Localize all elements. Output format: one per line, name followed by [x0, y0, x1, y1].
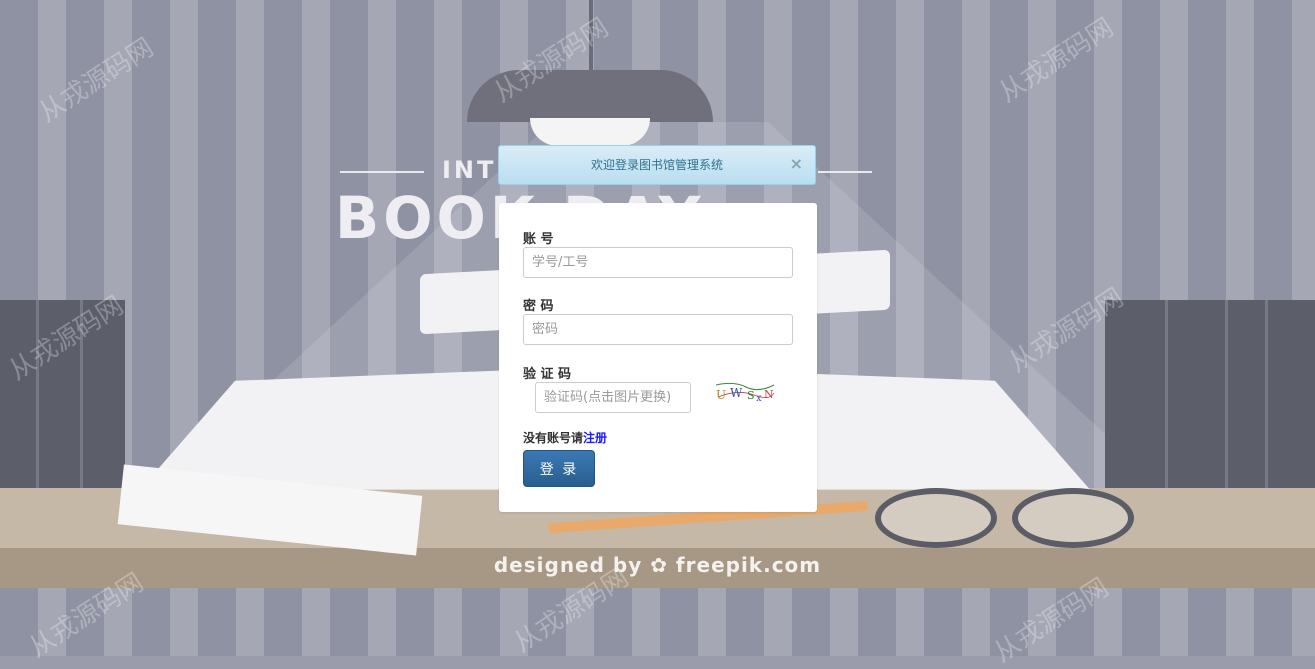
poster-divider — [340, 171, 424, 173]
book-spine — [36, 300, 39, 498]
captcha-label: 验 证 码 — [523, 367, 572, 382]
account-label: 账 号 — [523, 232, 554, 247]
glasses-lens-right — [1012, 488, 1134, 548]
register-prompt-text: 没有账号请 — [523, 431, 584, 445]
password-label: 密 码 — [523, 299, 554, 314]
poster-divider — [818, 171, 872, 173]
login-button[interactable]: 登 录 — [523, 450, 595, 487]
book-spine — [1265, 300, 1268, 498]
register-prompt: 没有账号请注册 — [523, 429, 607, 446]
bookshelf-right — [1105, 300, 1315, 498]
poster-credit: designed by ✿ freepik.com — [493, 553, 822, 577]
glasses-lens-left — [875, 488, 997, 548]
welcome-alert: 欢迎登录图书馆管理系统 × — [498, 145, 816, 185]
book-spine — [1165, 300, 1168, 498]
captcha-image[interactable]: U W S x N — [714, 379, 776, 405]
captcha-char: x — [756, 393, 762, 404]
lamp-bulb — [530, 118, 650, 146]
captcha-char: N — [764, 388, 774, 401]
captcha-char: U — [716, 388, 726, 402]
login-panel: 账 号 密 码 验 证 码 U W S x N 没有账号请注册 登 录 — [499, 203, 817, 512]
account-input[interactable] — [523, 247, 793, 278]
register-link[interactable]: 注册 — [583, 431, 607, 445]
alert-message: 欢迎登录图书馆管理系统 — [590, 158, 723, 172]
password-input[interactable] — [523, 314, 793, 345]
captcha-char: W — [730, 386, 743, 400]
close-icon[interactable]: × — [790, 146, 803, 182]
poster-title-small: INT — [442, 156, 497, 184]
book-spine — [1225, 300, 1228, 498]
captcha-input[interactable] — [535, 382, 691, 413]
captcha-char: S — [747, 389, 755, 402]
